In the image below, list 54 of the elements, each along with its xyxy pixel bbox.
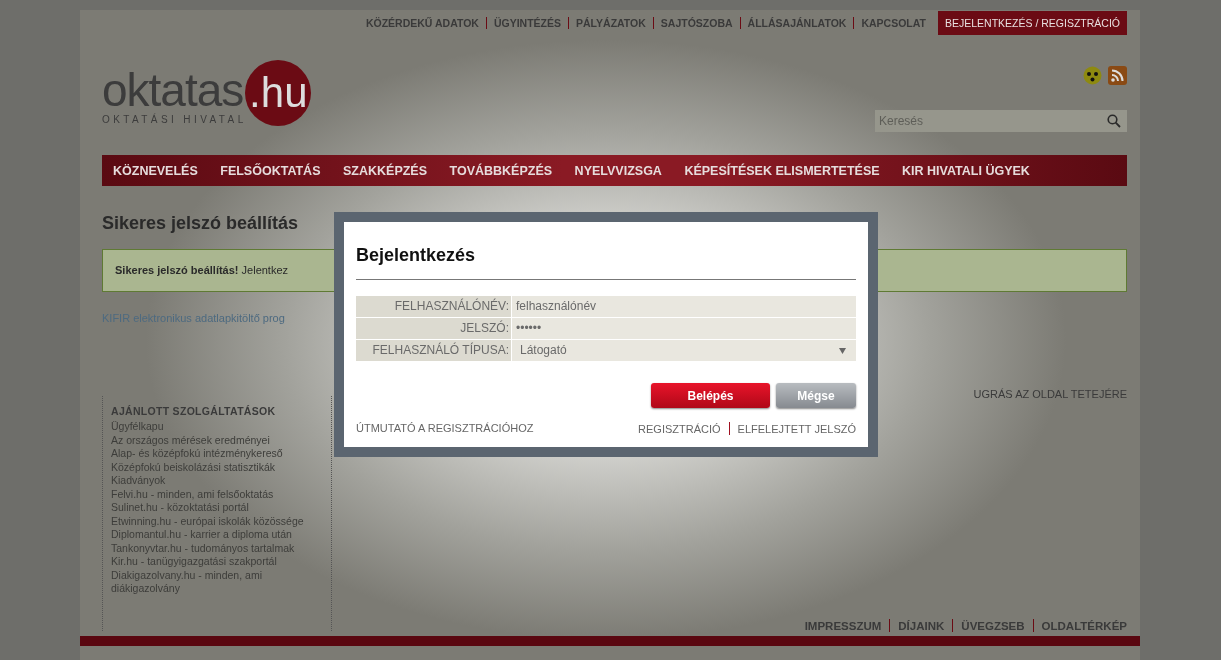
nav-item[interactable]: NYELVVIZSGA: [574, 163, 662, 178]
dialog-link[interactable]: ELFELEJTETT JELSZÓ: [737, 422, 856, 435]
service-link[interactable]: Diplomantul.hu - karrier a diploma után: [111, 528, 323, 542]
top-link[interactable]: PÁLYÁZATOK: [576, 17, 646, 29]
search-icon[interactable]: [1107, 114, 1121, 128]
search-field[interactable]: Keresés: [875, 114, 1107, 128]
footer-link[interactable]: IMPRESSZUM: [804, 619, 882, 632]
service-link[interactable]: Alap- és középfokú intézménykereső: [111, 447, 323, 461]
field-label: FELHASZNÁLÓ TÍPUSA:: [356, 340, 511, 361]
nav-item[interactable]: KIR HIVATALI ÜGYEK: [902, 163, 1030, 178]
service-link[interactable]: Sulinet.hu - közoktatási portál: [111, 501, 323, 515]
login-link[interactable]: BEJELENTKEZÉS / REGISZTRÁCIÓ: [937, 11, 1127, 35]
service-link[interactable]: Tankonyvtar.hu - tudományos tartalmak: [111, 541, 323, 555]
logo-subtitle: OKTATÁSI HIVATAL: [102, 114, 247, 126]
user-type-select[interactable]: Látogató: [512, 340, 856, 361]
field-label: JELSZÓ:: [356, 318, 511, 339]
top-link[interactable]: KAPCSOLAT: [861, 17, 926, 29]
service-link[interactable]: Diakigazolvany.hu - minden, ami diákigazolvány: [111, 568, 323, 596]
password-field[interactable]: ••••••: [512, 318, 856, 339]
service-link[interactable]: Kiadványok: [111, 474, 323, 488]
search-box[interactable]: Keresés: [875, 110, 1127, 132]
dialog-title: Bejelentkezés: [356, 244, 856, 280]
logo-wordmark: oktatas: [102, 68, 244, 112]
service-link[interactable]: Középfokú beiskolázási statisztikák: [111, 460, 323, 474]
back-to-top-link[interactable]: UGRÁS AZ OLDAL TETEJÉRE: [973, 388, 1127, 400]
footer-link[interactable]: ÜVEGZSEB: [961, 619, 1025, 632]
nav-item[interactable]: KÉPESÍTÉSEK ELISMERTETÉSE: [684, 163, 880, 178]
footer-link[interactable]: OLDALTÉRKÉP: [1041, 619, 1127, 632]
field-label: FELHASZNÁLÓNÉV:: [356, 296, 511, 317]
top-link[interactable]: KÖZÉRDEKŰ ADATOK: [365, 17, 479, 29]
services-title: AJÁNLOTT SZOLGÁLTATÁSOK: [111, 405, 277, 417]
service-link[interactable]: Felvi.hu - minden, ami felsőoktatás: [111, 487, 323, 501]
registration-guide-link[interactable]: ÚTMUTATÓ A REGISZTRÁCIÓHOZ: [356, 422, 534, 435]
page-heading: Sikeres jelszó beállítás: [102, 212, 300, 234]
login-button[interactable]: Belépés: [651, 383, 770, 408]
rss-icon[interactable]: [1108, 66, 1127, 85]
cancel-button[interactable]: Mégse: [776, 383, 856, 408]
caret-icon: [839, 347, 846, 354]
top-link[interactable]: SAJTÓSZOBA: [660, 17, 733, 29]
service-link[interactable]: Kir.hu - tanügyigazgatási szakportál: [111, 555, 323, 569]
service-link[interactable]: Az országos mérések eredményei: [111, 433, 323, 447]
nav-item[interactable]: TOVÁBBKÉPZÉS: [449, 163, 553, 178]
service-link[interactable]: Ügyfélkapu: [111, 420, 323, 434]
username-field[interactable]: felhasználónév: [512, 296, 856, 317]
footer-link[interactable]: DÍJAINK: [898, 619, 945, 632]
accessibility-icon[interactable]: [1083, 66, 1102, 85]
dialog-link[interactable]: REGISZTRÁCIÓ: [638, 422, 721, 435]
logo-domain: .hu: [245, 60, 312, 126]
nav-item[interactable]: FELSŐOKTATÁS: [220, 163, 321, 178]
service-link[interactable]: Etwinning.hu - európai iskolák közössége: [111, 514, 323, 528]
nav-item[interactable]: KÖZNEVELÉS: [113, 163, 198, 178]
top-link[interactable]: ÜGYINTÉZÉS: [493, 17, 561, 29]
nav-item[interactable]: SZAKKÉPZÉS: [343, 163, 428, 178]
top-link[interactable]: ÁLLÁSAJÁNLATOK: [747, 17, 847, 29]
